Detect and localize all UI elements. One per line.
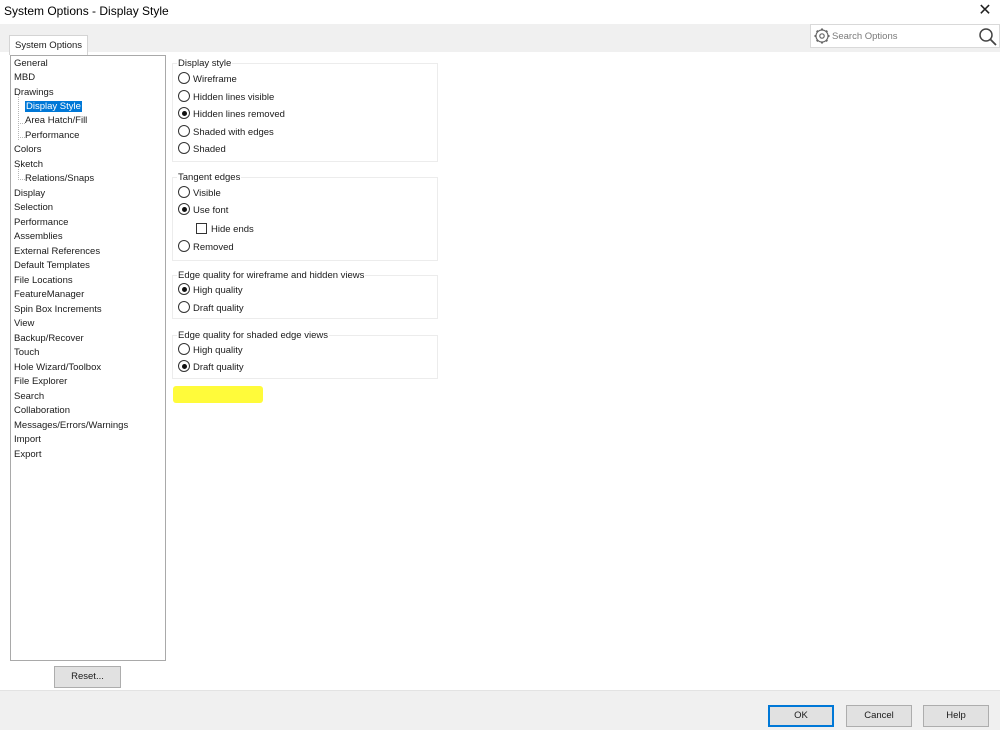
- tree-item-relations-snaps[interactable]: Relations/Snaps: [25, 172, 94, 186]
- radio-icon[interactable]: [178, 90, 190, 103]
- radio-icon[interactable]: [178, 203, 190, 216]
- radio-icon[interactable]: [178, 343, 190, 356]
- tree-item-hole-wizard-toolbox[interactable]: Hole Wizard/Toolbox: [14, 361, 101, 375]
- group-title: Edge quality for wireframe and hidden vi…: [177, 270, 366, 281]
- radio-wireframe-draft-quality[interactable]: Draft quality: [178, 301, 244, 317]
- tree-item-selection[interactable]: Selection: [14, 201, 53, 215]
- radio-icon[interactable]: [178, 186, 190, 199]
- radio-hidden-lines-removed[interactable]: Hidden lines removed: [178, 107, 285, 123]
- dialog-body: System Options Search Options General MB…: [0, 24, 1000, 690]
- tab-system-options[interactable]: System Options: [9, 35, 89, 55]
- tree-connector: [18, 94, 25, 140]
- options-tree: General MBD Drawings Display Style Area …: [10, 55, 166, 661]
- tree-item-default-templates[interactable]: Default Templates: [14, 259, 90, 273]
- radio-icon[interactable]: [178, 240, 190, 253]
- group-title: Display style: [177, 58, 233, 69]
- window-title: System Options - Display Style: [4, 4, 169, 18]
- cancel-button[interactable]: Cancel: [846, 705, 912, 727]
- tree-item-sketch[interactable]: Sketch: [14, 158, 43, 172]
- tree-connector: [18, 123, 25, 124]
- help-button[interactable]: Help: [923, 705, 989, 727]
- radio-visible[interactable]: Visible: [178, 186, 221, 202]
- radio-shaded-high-quality[interactable]: High quality: [178, 343, 243, 359]
- radio-icon[interactable]: [178, 301, 190, 314]
- radio-hidden-lines-visible[interactable]: Hidden lines visible: [178, 90, 274, 106]
- tree-item-search[interactable]: Search: [14, 390, 44, 404]
- radio-icon[interactable]: [178, 283, 190, 296]
- search-box[interactable]: Search Options: [810, 24, 1000, 48]
- tree-item-file-explorer[interactable]: File Explorer: [14, 375, 67, 389]
- tree-item-colors[interactable]: Colors: [14, 143, 41, 157]
- radio-icon[interactable]: [178, 107, 190, 120]
- search-input[interactable]: Search Options: [832, 31, 897, 42]
- tree-item-mbd[interactable]: MBD: [14, 71, 35, 85]
- group-title: Edge quality for shaded edge views: [177, 330, 329, 341]
- highlight-marker: [173, 386, 263, 403]
- radio-shaded[interactable]: Shaded: [178, 142, 226, 158]
- tree-item-external-references[interactable]: External References: [14, 245, 100, 259]
- tree-item-display[interactable]: Display: [14, 187, 45, 201]
- tree-item-collaboration[interactable]: Collaboration: [14, 404, 70, 418]
- radio-use-font[interactable]: Use font: [178, 203, 228, 219]
- close-icon: ✕: [978, 2, 992, 19]
- search-icon[interactable]: [978, 27, 998, 47]
- gear-icon[interactable]: [813, 26, 831, 46]
- close-button[interactable]: ✕: [974, 1, 996, 21]
- radio-wireframe-high-quality[interactable]: High quality: [178, 283, 243, 299]
- radio-shaded-draft-quality[interactable]: Draft quality: [178, 360, 244, 376]
- tree-item-featuremanager[interactable]: FeatureManager: [14, 288, 84, 302]
- tree-item-drawings-performance[interactable]: Performance: [25, 129, 79, 143]
- tree-item-import[interactable]: Import: [14, 433, 41, 447]
- group-display-style: Display style Wireframe Hidden lines vis…: [172, 58, 438, 162]
- radio-shaded-with-edges[interactable]: Shaded with edges: [178, 125, 274, 141]
- checkbox-hide-ends[interactable]: Hide ends: [196, 222, 254, 238]
- tree-connector: [18, 137, 25, 138]
- tree-item-export[interactable]: Export: [14, 448, 41, 462]
- tree-item-assemblies[interactable]: Assemblies: [14, 230, 63, 244]
- tree-item-area-hatch-fill[interactable]: Area Hatch/Fill: [25, 114, 87, 128]
- radio-icon[interactable]: [178, 72, 190, 85]
- tree-item-file-locations[interactable]: File Locations: [14, 274, 73, 288]
- tab-label: System Options: [15, 40, 83, 51]
- group-tangent-edges: Tangent edges Visible Use font Hide ends…: [172, 172, 438, 261]
- radio-icon[interactable]: [178, 360, 190, 373]
- tree-item-spin-box-increments[interactable]: Spin Box Increments: [14, 303, 102, 317]
- ok-button[interactable]: OK: [768, 705, 834, 727]
- radio-icon[interactable]: [178, 142, 190, 155]
- radio-wireframe[interactable]: Wireframe: [178, 72, 237, 88]
- group-edge-quality-wireframe: Edge quality for wireframe and hidden vi…: [172, 270, 438, 319]
- tree-item-drawings[interactable]: Drawings: [14, 86, 54, 100]
- title-bar: System Options - Display Style ✕: [0, 0, 1000, 24]
- tree-item-touch[interactable]: Touch: [14, 346, 39, 360]
- tree-item-messages-errors-warnings[interactable]: Messages/Errors/Warnings: [14, 419, 128, 433]
- tree-item-display-style[interactable]: Display Style: [25, 100, 82, 114]
- tree-item-backup-recover[interactable]: Backup/Recover: [14, 332, 84, 346]
- tree-item-performance[interactable]: Performance: [14, 216, 68, 230]
- tree-item-view[interactable]: View: [14, 317, 34, 331]
- reset-button[interactable]: Reset...: [54, 666, 121, 688]
- group-edge-quality-shaded: Edge quality for shaded edge views High …: [172, 330, 438, 379]
- radio-icon[interactable]: [178, 125, 190, 138]
- radio-removed[interactable]: Removed: [178, 240, 234, 256]
- group-title: Tangent edges: [177, 172, 242, 183]
- checkbox-icon[interactable]: [196, 222, 207, 234]
- tree-item-general[interactable]: General: [14, 57, 48, 71]
- dialog-footer: OK Cancel Help: [0, 690, 1000, 730]
